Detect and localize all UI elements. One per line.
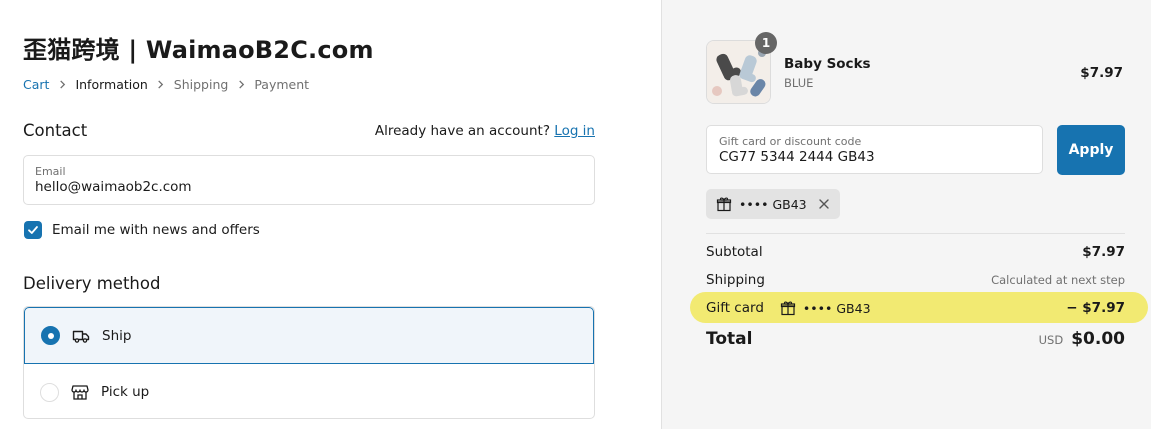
apply-button[interactable]: Apply xyxy=(1057,125,1125,175)
subtotal-value: $7.97 xyxy=(1082,244,1125,260)
newsletter-label: Email me with news and offers xyxy=(52,222,260,238)
quantity-badge: 1 xyxy=(755,32,777,54)
gift-card-code: •••• GB43 xyxy=(802,300,871,316)
product-name: Baby Socks xyxy=(784,56,871,72)
account-prompt-text: Already have an account? xyxy=(374,123,550,139)
pickup-label: Pick up xyxy=(101,384,150,400)
product-thumbnail: 1 xyxy=(706,32,777,104)
delivery-heading: Delivery method xyxy=(23,274,161,293)
pickup-radio[interactable] xyxy=(40,382,59,402)
truck-icon xyxy=(72,327,90,345)
summary-divider xyxy=(706,233,1125,234)
total-row: Total USD $0.00 xyxy=(706,329,1125,349)
checkout-main: 歪猫跨境 | WaimaoB2C.com Cart Information Sh… xyxy=(0,0,661,429)
currency-code: USD xyxy=(1038,333,1064,347)
newsletter-checkbox[interactable] xyxy=(24,221,42,239)
breadcrumb-information: Information xyxy=(75,77,148,92)
breadcrumb: Cart Information Shipping Payment xyxy=(23,77,309,92)
close-icon[interactable] xyxy=(818,198,830,210)
discount-code-label: Gift card or discount code xyxy=(719,135,862,148)
applied-gift-card-code: •••• GB43 xyxy=(739,196,807,212)
shipping-value: Calculated at next step xyxy=(991,273,1125,287)
store-icon xyxy=(71,383,89,401)
gift-card-value: − $7.97 xyxy=(1066,300,1125,316)
contact-heading: Contact xyxy=(23,121,88,140)
product-price: $7.97 xyxy=(1080,65,1123,81)
gift-icon xyxy=(716,196,732,212)
gift-card-label: Gift card xyxy=(706,300,764,316)
email-field-value[interactable]: hello@waimaob2c.com xyxy=(35,179,583,195)
product-variant: BLUE xyxy=(784,76,814,90)
gift-icon xyxy=(780,300,796,316)
order-summary: 1 Baby Socks BLUE $7.97 Gift card or dis… xyxy=(661,0,1151,429)
shipping-row: Shipping Calculated at next step xyxy=(706,272,1125,288)
email-field[interactable]: Email hello@waimaob2c.com xyxy=(23,155,595,205)
login-link[interactable]: Log in xyxy=(554,123,595,139)
store-title[interactable]: 歪猫跨境 | WaimaoB2C.com xyxy=(23,30,374,65)
subtotal-label: Subtotal xyxy=(706,244,763,260)
gift-card-row: Gift card •••• GB43 − $7.97 xyxy=(706,300,1125,316)
email-field-label: Email xyxy=(35,165,66,178)
chevron-right-icon xyxy=(228,80,254,89)
chevron-right-icon xyxy=(49,80,75,89)
chevron-right-icon xyxy=(148,80,174,89)
total-value: $0.00 xyxy=(1071,329,1125,349)
breadcrumb-cart[interactable]: Cart xyxy=(23,77,49,92)
delivery-option-pickup[interactable]: Pick up xyxy=(24,364,594,418)
delivery-options: Ship Pick up xyxy=(23,306,595,419)
breadcrumb-payment: Payment xyxy=(254,77,310,92)
ship-label: Ship xyxy=(102,327,132,344)
checkmark-icon xyxy=(28,226,38,234)
gift-card-left: Gift card •••• GB43 xyxy=(706,300,871,316)
newsletter-checkbox-row[interactable]: Email me with news and offers xyxy=(24,221,260,239)
subtotal-row: Subtotal $7.97 xyxy=(706,244,1125,260)
gift-card-code-group: •••• GB43 xyxy=(780,300,871,316)
delivery-option-ship[interactable]: Ship xyxy=(24,307,594,364)
total-amount-group: USD $0.00 xyxy=(1039,329,1125,349)
ship-radio[interactable] xyxy=(41,326,60,345)
discount-code-field[interactable]: Gift card or discount code CG77 5344 244… xyxy=(706,125,1043,174)
shipping-label: Shipping xyxy=(706,272,765,288)
account-prompt: Already have an account? Log in xyxy=(375,123,595,139)
total-label: Total xyxy=(706,329,753,349)
breadcrumb-shipping: Shipping xyxy=(173,77,229,92)
applied-gift-card-tag: •••• GB43 xyxy=(706,189,840,219)
discount-code-value[interactable]: CG77 5344 2444 GB43 xyxy=(719,149,1030,165)
